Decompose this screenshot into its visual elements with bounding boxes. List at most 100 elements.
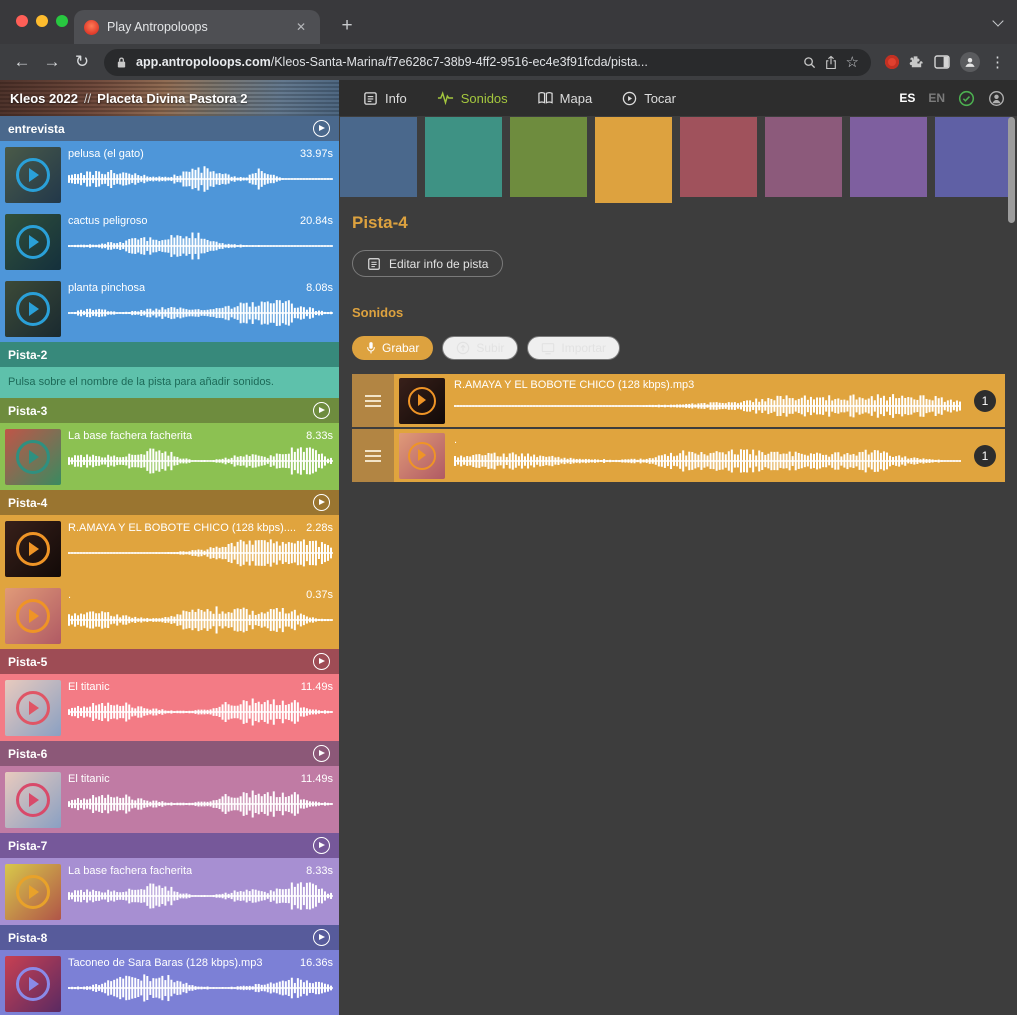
track-header[interactable]: Pista-4 bbox=[0, 490, 339, 515]
address-bar[interactable]: app.antropoloops.com/Kleos-Santa-Marina/… bbox=[104, 49, 871, 76]
edit-track-info-button[interactable]: Editar info de pista bbox=[352, 250, 503, 277]
track-body[interactable]: Pulsa sobre el nombre de la pista para a… bbox=[0, 367, 339, 398]
side-panel-icon[interactable] bbox=[934, 55, 950, 69]
avatar-person-icon bbox=[963, 55, 977, 69]
track-header[interactable]: Pista-3 bbox=[0, 398, 339, 423]
tab-search-chevron-icon[interactable] bbox=[993, 16, 1003, 26]
clip-thumbnail[interactable] bbox=[5, 429, 61, 485]
close-tab-icon[interactable]: ✕ bbox=[292, 18, 310, 36]
tab-label: Mapa bbox=[560, 91, 593, 106]
audio-row[interactable]: . 1 bbox=[352, 429, 1005, 482]
track-play-button[interactable] bbox=[313, 494, 330, 511]
track-swatch-1[interactable] bbox=[340, 117, 417, 197]
drag-handle[interactable] bbox=[352, 429, 394, 482]
tab-title: Play Antropoloops bbox=[107, 20, 284, 34]
audio-clip[interactable]: cactus peligroso20.84s bbox=[0, 208, 339, 275]
import-label: Importar bbox=[561, 341, 606, 355]
audio-clip[interactable]: La base fachera facherita8.33s bbox=[0, 423, 339, 490]
audio-thumbnail[interactable] bbox=[399, 378, 445, 424]
track-play-button[interactable] bbox=[313, 929, 330, 946]
upload-cloud-icon bbox=[456, 341, 470, 355]
track-swatch-4-selected[interactable] bbox=[595, 117, 672, 203]
clip-duration: 0.37s bbox=[306, 589, 333, 601]
track-play-button[interactable] bbox=[313, 837, 330, 854]
new-tab-button[interactable]: + bbox=[334, 13, 360, 39]
account-icon[interactable] bbox=[988, 90, 1005, 107]
audio-clip[interactable]: El titanic11.49s bbox=[0, 766, 339, 833]
clip-title: El titanic bbox=[68, 773, 110, 785]
track-header[interactable]: Pista-7 bbox=[0, 833, 339, 858]
audio-clip[interactable]: La base fachera facherita8.33s bbox=[0, 858, 339, 925]
track-header[interactable]: Pista-2 bbox=[0, 342, 339, 367]
play-icon bbox=[16, 599, 50, 633]
minimize-window-button[interactable] bbox=[36, 15, 48, 27]
clip-thumbnail[interactable] bbox=[5, 588, 61, 644]
zoom-window-button[interactable] bbox=[56, 15, 68, 27]
forward-button[interactable]: → bbox=[38, 52, 66, 72]
track-swatch-7[interactable] bbox=[850, 117, 927, 197]
tab-tocar[interactable]: Tocar bbox=[622, 91, 676, 106]
record-button[interactable]: Grabar bbox=[352, 336, 433, 360]
track-swatch-5[interactable] bbox=[680, 117, 757, 197]
zoom-icon[interactable] bbox=[803, 56, 816, 69]
extensions-puzzle-icon[interactable] bbox=[909, 55, 924, 70]
url-text: app.antropoloops.com/Kleos-Santa-Marina/… bbox=[136, 55, 794, 69]
bookmark-star-icon[interactable]: ☆ bbox=[846, 53, 859, 71]
waveform bbox=[454, 393, 961, 419]
sync-check-icon[interactable] bbox=[958, 90, 975, 107]
reload-button[interactable]: ↻ bbox=[68, 52, 96, 72]
audio-clip[interactable]: pelusa (el gato)33.97s bbox=[0, 141, 339, 208]
drag-handle[interactable] bbox=[352, 374, 394, 427]
project-title-banner[interactable]: Kleos 2022 // Placeta Divina Pastora 2 bbox=[0, 80, 339, 116]
clip-thumbnail[interactable] bbox=[5, 680, 61, 736]
clip-thumbnail[interactable] bbox=[5, 147, 61, 203]
audio-thumbnail[interactable] bbox=[399, 433, 445, 479]
recording-extension-icon[interactable] bbox=[885, 55, 899, 69]
track-swatch-3[interactable] bbox=[510, 117, 587, 197]
import-button[interactable]: Importar bbox=[527, 336, 620, 360]
scrollbar-thumb[interactable] bbox=[1008, 117, 1015, 223]
audio-clip[interactable]: .0.37s bbox=[0, 582, 339, 649]
upload-button[interactable]: Subir bbox=[442, 336, 518, 360]
track-header[interactable]: Pista-5 bbox=[0, 649, 339, 674]
lang-es-button[interactable]: ES bbox=[899, 91, 915, 105]
track-header[interactable]: Pista-6 bbox=[0, 741, 339, 766]
track-swatch-8[interactable] bbox=[935, 117, 1012, 197]
tab-mapa[interactable]: Mapa bbox=[538, 91, 593, 106]
audio-clip[interactable]: R.AMAYA Y EL BOBOTE CHICO (128 kbps)....… bbox=[0, 515, 339, 582]
clip-title: pelusa (el gato) bbox=[68, 148, 144, 160]
audio-clip[interactable]: El titanic11.49s bbox=[0, 674, 339, 741]
audio-row[interactable]: R.AMAYA Y EL BOBOTE CHICO (128 kbps).mp3… bbox=[352, 374, 1005, 427]
track-body: Taconeo de Sara Baras (128 kbps).mp316.3… bbox=[0, 950, 339, 1015]
play-circle-icon bbox=[622, 91, 637, 106]
close-window-button[interactable] bbox=[16, 15, 28, 27]
browser-tab[interactable]: Play Antropoloops ✕ bbox=[74, 10, 320, 44]
tab-label: Info bbox=[385, 91, 407, 106]
clip-thumbnail[interactable] bbox=[5, 864, 61, 920]
browser-menu-icon[interactable]: ⋮ bbox=[990, 53, 1005, 71]
site-favicon-icon bbox=[84, 20, 99, 35]
profile-avatar[interactable] bbox=[960, 52, 980, 72]
clip-title: Taconeo de Sara Baras (128 kbps).mp3 bbox=[68, 957, 262, 969]
audio-clip[interactable]: Taconeo de Sara Baras (128 kbps).mp316.3… bbox=[0, 950, 339, 1015]
track-play-button[interactable] bbox=[313, 745, 330, 762]
clip-thumbnail[interactable] bbox=[5, 521, 61, 577]
track-play-button[interactable] bbox=[313, 120, 330, 137]
play-icon bbox=[16, 691, 50, 725]
clip-thumbnail[interactable] bbox=[5, 214, 61, 270]
tab-sonidos[interactable]: Sonidos bbox=[437, 91, 508, 106]
track-play-button[interactable] bbox=[313, 402, 330, 419]
lang-en-button[interactable]: EN bbox=[928, 91, 945, 105]
track-header[interactable]: Pista-8 bbox=[0, 925, 339, 950]
track-swatch-6[interactable] bbox=[765, 117, 842, 197]
clip-thumbnail[interactable] bbox=[5, 956, 61, 1012]
clip-thumbnail[interactable] bbox=[5, 281, 61, 337]
track-play-button[interactable] bbox=[313, 653, 330, 670]
track-header[interactable]: entrevista bbox=[0, 116, 339, 141]
back-button[interactable]: ← bbox=[8, 52, 36, 72]
track-swatch-2[interactable] bbox=[425, 117, 502, 197]
share-icon[interactable] bbox=[825, 55, 837, 70]
audio-clip[interactable]: planta pinchosa8.08s bbox=[0, 275, 339, 342]
clip-thumbnail[interactable] bbox=[5, 772, 61, 828]
tab-info[interactable]: Info bbox=[363, 91, 407, 106]
